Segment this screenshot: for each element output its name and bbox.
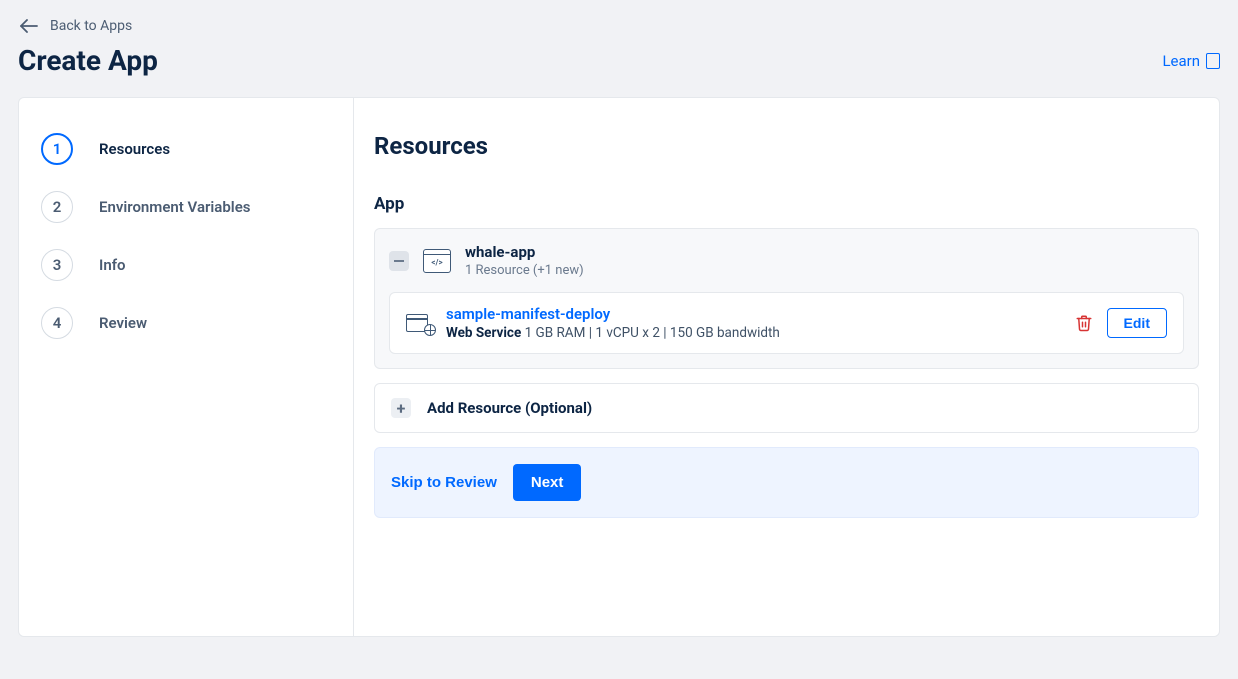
book-icon [1206, 53, 1220, 69]
step-label: Resources [99, 140, 170, 158]
step-label: Environment Variables [99, 198, 250, 216]
add-resource-label: Add Resource (Optional) [427, 399, 592, 417]
minus-icon [394, 260, 404, 262]
resource-specs: 1 GB RAM | 1 vCPU x 2 | 150 GB bandwidth [521, 325, 780, 341]
app-panel: </> whale-app 1 Resource (+1 new) sample… [374, 228, 1199, 369]
edit-button[interactable]: Edit [1107, 308, 1167, 338]
step-number: 2 [41, 191, 73, 223]
step-number: 1 [41, 133, 73, 165]
step-label: Info [99, 256, 126, 274]
wizard-sidebar: 1 Resources 2 Environment Variables 3 In… [19, 98, 354, 636]
main-card: 1 Resources 2 Environment Variables 3 In… [18, 97, 1220, 637]
step-resources[interactable]: 1 Resources [39, 120, 333, 178]
delete-button[interactable] [1075, 314, 1093, 332]
plus-icon: + [391, 398, 411, 418]
app-name: whale-app [465, 243, 584, 261]
back-to-apps-link[interactable]: Back to Apps [20, 18, 132, 34]
step-environment-variables[interactable]: 2 Environment Variables [39, 178, 333, 236]
app-icon: </> [423, 249, 451, 273]
step-review[interactable]: 4 Review [39, 294, 333, 352]
learn-link[interactable]: Learn [1162, 52, 1220, 70]
step-info[interactable]: 3 Info [39, 236, 333, 294]
web-service-icon [406, 314, 432, 332]
app-subtitle: 1 Resource (+1 new) [465, 263, 584, 278]
step-number: 3 [41, 249, 73, 281]
footer-panel: Skip to Review Next [374, 447, 1199, 518]
app-header: </> whale-app 1 Resource (+1 new) [375, 229, 1198, 292]
skip-to-review-button[interactable]: Skip to Review [391, 474, 497, 491]
section-title-app: App [374, 194, 1199, 214]
resource-row: sample-manifest-deploy Web Service 1 GB … [389, 292, 1184, 354]
main-content: Resources App </> whale-app 1 Resource (… [354, 98, 1219, 636]
page-title: Create App [18, 44, 158, 77]
learn-label: Learn [1162, 52, 1200, 70]
arrow-left-icon [20, 19, 38, 33]
next-button[interactable]: Next [513, 464, 582, 501]
collapse-button[interactable] [389, 251, 409, 271]
step-label: Review [99, 314, 147, 332]
step-number: 4 [41, 307, 73, 339]
add-resource-button[interactable]: + Add Resource (Optional) [374, 383, 1199, 433]
back-label: Back to Apps [50, 18, 132, 34]
resource-name-link[interactable]: sample-manifest-deploy [446, 305, 1061, 323]
resource-details: Web Service 1 GB RAM | 1 vCPU x 2 | 150 … [446, 325, 1061, 341]
resource-type: Web Service [446, 325, 521, 341]
main-heading: Resources [374, 132, 1199, 160]
